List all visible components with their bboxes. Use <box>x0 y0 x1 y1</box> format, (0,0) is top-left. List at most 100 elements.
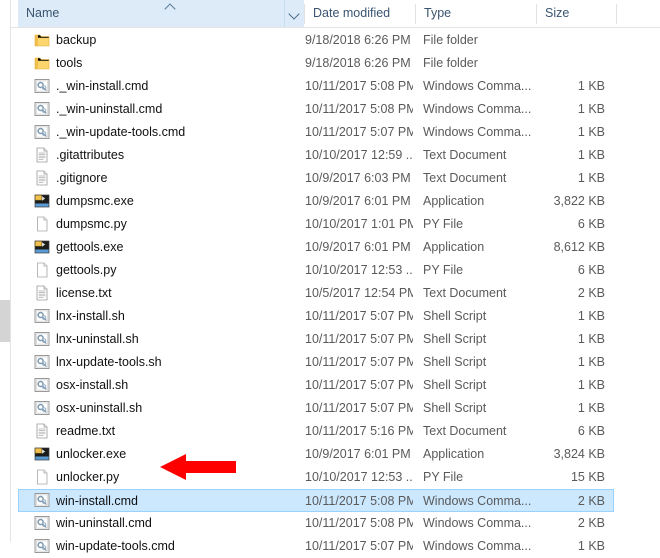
text-document-icon <box>34 285 50 301</box>
file-size-cell: 6 KB <box>577 263 605 277</box>
file-name-cell: dumpsmc.py <box>56 217 127 231</box>
file-type-cell: Text Document <box>423 148 507 162</box>
file-name-cell: osx-uninstall.sh <box>56 401 143 415</box>
file-size-cell <box>539 29 605 52</box>
file-name-cell: .gitattributes <box>56 148 125 162</box>
folder-icon <box>34 55 50 71</box>
shell-script-icon <box>34 400 50 416</box>
date-modified-cell: 10/10/2017 12:53 ... <box>305 470 413 484</box>
file-name-cell: ._win-install.cmd <box>56 79 149 93</box>
date-modified-cell: 10/9/2017 6:01 PM <box>305 240 411 254</box>
file-name-cell: osx-install.sh <box>56 378 129 392</box>
table-row[interactable]: lnx-uninstall.sh 10/11/2017 5:07 PM Shell … <box>11 328 660 351</box>
date-modified-cell: 10/10/2017 12:59 ... <box>305 148 413 162</box>
date-modified-cell: 10/9/2017 6:01 PM <box>305 194 411 208</box>
file-size-cell: 1 KB <box>577 378 605 392</box>
file-size-cell: 1 KB <box>577 102 605 116</box>
file-name-cell: tools <box>56 56 83 70</box>
table-row[interactable]: .gitignore 10/9/2017 6:03 PM Text Document… <box>11 167 660 190</box>
column-header-row: Name Date modified Type Size <box>11 0 660 28</box>
column-header-size[interactable]: Size <box>537 0 616 27</box>
table-row[interactable]: win-uninstall.cmd 10/11/2017 5:08 PM Windo… <box>11 512 660 535</box>
file-size-cell: 1 KB <box>577 309 605 323</box>
command-script-icon <box>34 492 50 508</box>
file-name-cell: lnx-update-tools.sh <box>56 355 162 369</box>
table-row[interactable]: gettools.py 10/10/2017 12:53 ... PY File 6 … <box>11 259 660 282</box>
command-script-icon <box>34 101 50 117</box>
date-modified-cell: 10/11/2017 5:07 PM <box>305 125 413 139</box>
file-type-cell: Windows Comma... <box>423 516 532 530</box>
table-row[interactable]: dumpsmc.exe 10/9/2017 6:01 PM Application 3… <box>11 190 660 213</box>
file-type-cell: PY File <box>423 263 464 277</box>
file-type-cell: Text Document <box>423 286 507 300</box>
column-header-date-modified[interactable]: Date modified <box>305 0 415 27</box>
file-size-cell: 1 KB <box>577 125 605 139</box>
date-modified-cell: 10/10/2017 1:01 PM <box>305 217 413 231</box>
table-row[interactable]: osx-install.sh 10/11/2017 5:07 PM Shell Sc… <box>11 374 660 397</box>
file-name-cell: .gitignore <box>56 171 108 185</box>
file-type-cell: Shell Script <box>423 309 487 323</box>
column-header-name[interactable]: Name <box>18 0 284 27</box>
date-modified-cell: 10/11/2017 5:08 PM <box>305 79 413 93</box>
file-name-cell: backup <box>56 33 97 47</box>
application-icon <box>34 239 50 255</box>
file-name-cell: win-install.cmd <box>56 494 138 508</box>
command-script-icon <box>34 78 50 94</box>
blank-file-icon <box>34 262 50 278</box>
column-filter-dropdown-button[interactable] <box>284 0 304 27</box>
table-row[interactable]: backup 9/18/2018 6:26 PM File folder <box>11 29 660 52</box>
table-row[interactable]: tools 9/18/2018 6:26 PM File folder <box>11 52 660 75</box>
column-header-date-modified-label: Date modified <box>313 6 391 20</box>
file-name-cell: unlocker.exe <box>56 447 127 461</box>
file-type-cell: Application <box>423 447 485 461</box>
file-name-cell: lnx-uninstall.sh <box>56 332 139 346</box>
table-row[interactable]: osx-uninstall.sh 10/11/2017 5:07 PM Shell … <box>11 397 660 420</box>
table-row[interactable]: readme.txt 10/11/2017 5:16 PM Text Documen… <box>11 420 660 443</box>
table-row-selected[interactable]: win-install.cmd 10/11/2017 5:08 PM Windows… <box>18 489 614 512</box>
column-header-type[interactable]: Type <box>416 0 536 27</box>
text-document-icon <box>34 423 50 439</box>
table-row[interactable]: ._win-uninstall.cmd 10/11/2017 5:08 PM Win… <box>11 98 660 121</box>
date-modified-cell: 10/11/2017 5:08 PM <box>305 102 413 116</box>
folder-icon <box>34 32 50 48</box>
file-type-cell: Windows Comma... <box>423 494 532 508</box>
column-divider[interactable] <box>616 4 617 24</box>
table-row[interactable]: win-update-tools.cmd 10/11/2017 5:07 PM Wi… <box>11 535 660 558</box>
file-type-cell: Shell Script <box>423 401 487 415</box>
table-row[interactable]: .gitattributes 10/10/2017 12:59 ... Text D… <box>11 144 660 167</box>
table-row[interactable]: ._win-install.cmd 10/11/2017 5:08 PM Windo… <box>11 75 660 98</box>
date-modified-cell: 10/11/2017 5:07 PM <box>305 309 413 323</box>
table-row[interactable]: lnx-install.sh 10/11/2017 5:07 PM Shell Sc… <box>11 305 660 328</box>
file-type-cell: Shell Script <box>423 332 487 346</box>
file-name-cell: ._win-update-tools.cmd <box>56 125 186 139</box>
file-size-cell: 6 KB <box>577 424 605 438</box>
table-row[interactable]: lnx-update-tools.sh 10/11/2017 5:07 PM She… <box>11 351 660 374</box>
table-row[interactable]: unlocker.exe 10/9/2017 6:01 PM Application… <box>11 443 660 466</box>
file-name-cell: license.txt <box>56 286 112 300</box>
table-row[interactable]: dumpsmc.py 10/10/2017 1:01 PM PY File 6 KB <box>11 213 660 236</box>
file-size-cell: 8,612 KB <box>553 240 605 254</box>
table-row[interactable]: gettools.exe 10/9/2017 6:01 PM Application… <box>11 236 660 259</box>
file-name-cell: win-uninstall.cmd <box>56 516 152 530</box>
text-document-icon <box>34 170 50 186</box>
table-row[interactable]: ._win-update-tools.cmd 10/11/2017 5:07 PM… <box>11 121 660 144</box>
date-modified-cell: 10/11/2017 5:07 PM <box>305 355 413 369</box>
file-type-cell: File folder <box>423 56 478 70</box>
table-row[interactable]: unlocker.py 10/10/2017 12:53 ... PY File 15… <box>11 466 660 489</box>
file-size-cell: 2 KB <box>577 516 605 530</box>
table-row[interactable]: license.txt 10/5/2017 12:54 PM Text Docume… <box>11 282 660 305</box>
file-name-cell: win-update-tools.cmd <box>56 539 175 553</box>
file-name-cell: lnx-install.sh <box>56 309 125 323</box>
file-name-cell: gettools.exe <box>56 240 124 254</box>
date-modified-cell: 9/18/2018 6:26 PM <box>305 56 411 70</box>
file-size-cell: 2 KB <box>577 494 605 508</box>
date-modified-cell: 10/11/2017 5:07 PM <box>305 539 413 553</box>
shell-script-icon <box>34 308 50 324</box>
date-modified-cell: 9/18/2018 6:26 PM <box>305 33 411 47</box>
navigation-pane-splitter[interactable] <box>0 0 11 542</box>
file-name-cell: unlocker.py <box>56 470 120 484</box>
file-size-cell: 1 KB <box>577 355 605 369</box>
date-modified-cell: 10/5/2017 12:54 PM <box>305 286 413 300</box>
file-type-cell: Text Document <box>423 424 507 438</box>
splitter-grip[interactable] <box>0 300 10 342</box>
